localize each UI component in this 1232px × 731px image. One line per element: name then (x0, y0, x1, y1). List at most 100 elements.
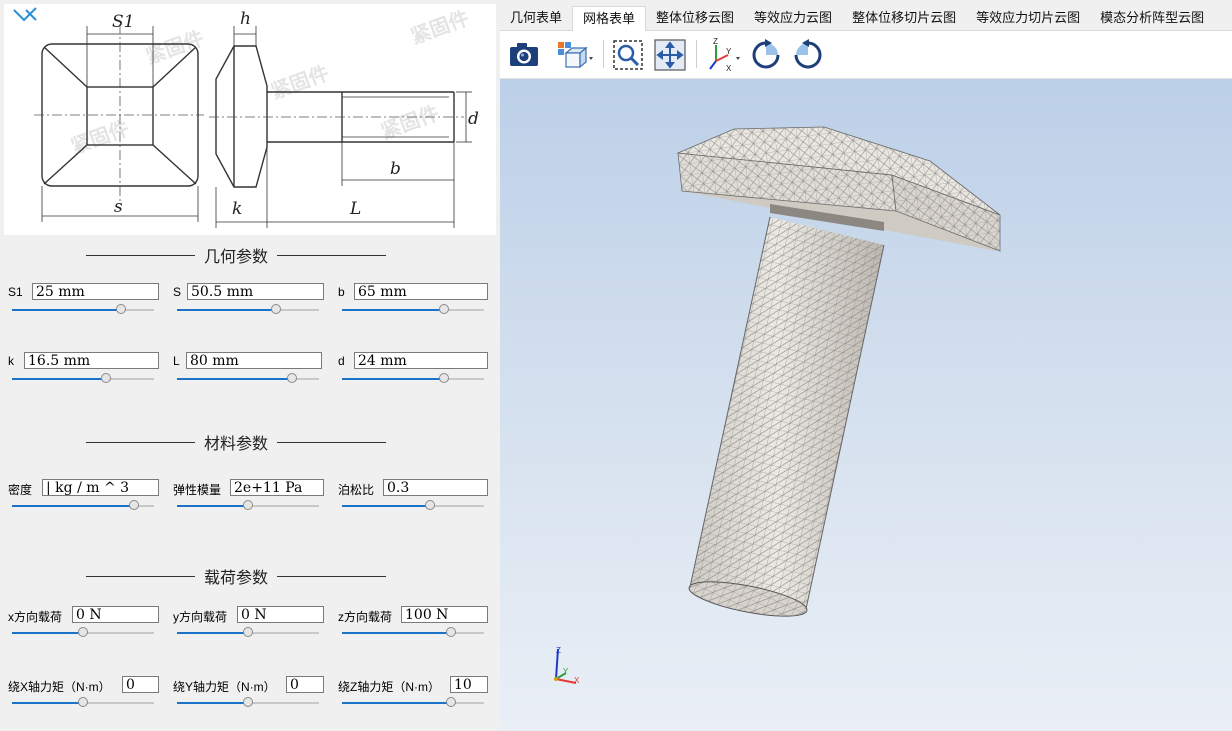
elastic-modulus-input[interactable] (230, 479, 324, 496)
s-input[interactable] (187, 283, 324, 300)
slider-handle[interactable] (78, 627, 88, 637)
slider-handle[interactable] (439, 373, 450, 383)
rotate-ccw-icon (794, 39, 822, 69)
density-input[interactable] (42, 479, 159, 496)
density-slider[interactable] (12, 500, 154, 512)
b-slider[interactable] (342, 304, 484, 316)
bolt-mesh-model[interactable]: Z X Y (500, 79, 1232, 731)
viewer-panel: 几何表单 网格表单 整体位移云图 等效应力云图 整体位移切片云图 等效应力切片云… (500, 0, 1232, 731)
dim-label-s1: S1 (112, 12, 134, 32)
watermark-2: 紧固件 (268, 61, 333, 104)
param-label: b (338, 285, 345, 299)
s-slider[interactable] (177, 304, 319, 316)
l-slider[interactable] (177, 373, 319, 385)
view-orientation-button[interactable] (556, 37, 593, 73)
s1-slider[interactable] (12, 304, 154, 316)
slider-handle[interactable] (116, 304, 127, 314)
slider-handle[interactable] (425, 500, 436, 510)
param-label: y方向载荷 (173, 610, 228, 624)
camera-icon (510, 43, 538, 66)
param-moment-z: 绕Z轴力矩（N·m） (338, 676, 498, 716)
moment-x-slider[interactable] (12, 697, 154, 709)
dim-label-h: h (240, 9, 251, 29)
l-input[interactable] (186, 352, 322, 369)
pan-button[interactable] (652, 37, 688, 73)
zoom-fit-button[interactable] (610, 37, 646, 73)
s1-input[interactable] (32, 283, 159, 300)
param-load-y: y方向载荷 (173, 606, 333, 646)
slider-handle[interactable] (439, 304, 450, 314)
geometry-title-text: 几何参数 (204, 247, 269, 266)
rotate-cw-icon (752, 39, 780, 69)
d-input[interactable] (354, 352, 488, 369)
slider-handle[interactable] (100, 373, 111, 383)
load-z-input[interactable] (401, 606, 488, 623)
load-title-text: 载荷参数 (204, 568, 269, 587)
slider-handle[interactable] (287, 373, 298, 383)
param-label: z方向载荷 (338, 610, 393, 624)
k-slider[interactable] (12, 373, 154, 385)
load-x-input[interactable] (72, 606, 159, 623)
param-label: 绕Z轴力矩（N·m） (338, 680, 440, 694)
app-logo-icon (13, 7, 37, 22)
param-load-x: x方向载荷 (8, 606, 168, 646)
slider-handle[interactable] (243, 627, 253, 637)
d-slider[interactable] (342, 373, 484, 385)
viewer-toolbar: Z Y X (500, 31, 1232, 79)
param-label: k (8, 354, 14, 368)
slider-handle[interactable] (446, 627, 457, 637)
tab-mesh-form[interactable]: 网格表单 (572, 6, 647, 31)
dim-label-k: k (232, 199, 242, 219)
drawing-svg: 紧固件 紧固件 紧固件 紧固件 紧固件 S1 s h k L d b (13, 6, 479, 228)
k-input[interactable] (24, 352, 159, 369)
load-x-slider[interactable] (12, 627, 154, 639)
moment-x-input[interactable] (122, 676, 159, 693)
elastic-modulus-slider[interactable] (177, 500, 319, 512)
param-poisson-ratio: 泊松比 (338, 479, 498, 519)
load-y-slider[interactable] (177, 627, 319, 639)
slider-handle[interactable] (243, 697, 253, 707)
head-side-profile (215, 45, 268, 188)
load-y-input[interactable] (237, 606, 324, 623)
3d-viewport[interactable]: Z X Y (500, 79, 1232, 731)
slider-handle[interactable] (446, 697, 457, 707)
param-label: 弹性模量 (173, 483, 222, 497)
param-s: S (173, 283, 333, 323)
toolbar-separator (603, 40, 604, 68)
slider-handle[interactable] (243, 500, 253, 510)
param-label: 泊松比 (338, 483, 375, 497)
tab-displacement-slice[interactable]: 整体位移切片云图 (842, 6, 966, 29)
zoom-fit-icon (613, 40, 643, 70)
dim-label-b: b (390, 159, 401, 179)
tab-displacement-contour[interactable]: 整体位移云图 (646, 6, 744, 29)
moment-y-slider[interactable] (177, 697, 319, 709)
rotate-ccw-button[interactable] (790, 37, 826, 73)
slider-handle[interactable] (78, 697, 88, 707)
load-z-slider[interactable] (342, 627, 484, 639)
moment-y-input[interactable] (286, 676, 324, 693)
param-label: L (173, 354, 180, 368)
axis-x-label: X (726, 64, 732, 73)
axis-z-label: Z (713, 37, 718, 46)
poisson-ratio-input[interactable] (383, 479, 488, 496)
axes-view-button[interactable]: Z Y X (704, 37, 740, 73)
tab-modal-shape[interactable]: 模态分析阵型云图 (1090, 6, 1214, 29)
slider-handle[interactable] (271, 304, 282, 314)
moment-z-input[interactable] (450, 676, 488, 693)
param-label: 密度 (8, 483, 33, 497)
param-density: 密度 (8, 479, 168, 519)
moment-z-slider[interactable] (342, 697, 484, 709)
tab-stress-contour[interactable]: 等效应力云图 (744, 6, 842, 29)
poisson-ratio-slider[interactable] (342, 500, 484, 512)
tab-stress-slice[interactable]: 等效应力切片云图 (966, 6, 1090, 29)
slider-handle[interactable] (129, 500, 140, 510)
param-label: S1 (8, 285, 23, 299)
b-input[interactable] (354, 283, 488, 300)
rotate-cw-button[interactable] (748, 37, 784, 73)
pan-icon (654, 39, 686, 71)
triad-y-label: Y (563, 667, 569, 676)
screenshot-button[interactable] (506, 37, 542, 73)
tab-geometry-form[interactable]: 几何表单 (500, 6, 572, 29)
tab-bar: 几何表单 网格表单 整体位移云图 等效应力云图 整体位移切片云图 等效应力切片云… (500, 6, 1232, 31)
param-load-z: z方向载荷 (338, 606, 498, 646)
